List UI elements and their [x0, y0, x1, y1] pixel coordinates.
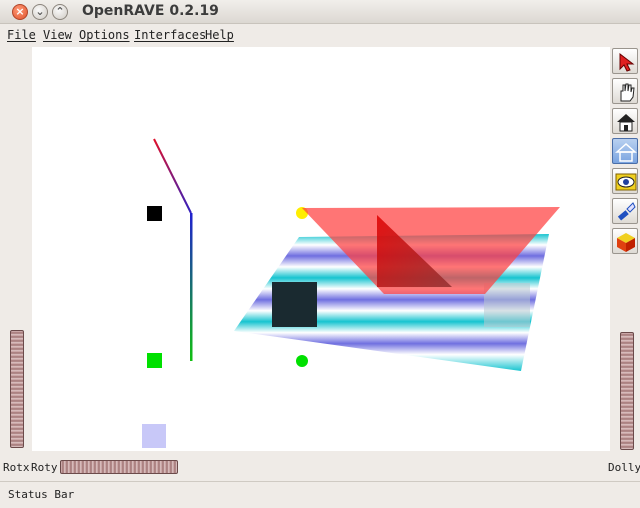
set-home-button[interactable] — [612, 138, 638, 164]
set-home-icon — [615, 142, 637, 162]
view-all-button[interactable] — [612, 168, 638, 194]
rotx-label: Rotx — [3, 461, 30, 474]
minimize-window-button[interactable]: ⌄ — [32, 4, 48, 20]
menu-help[interactable]: Help — [205, 28, 234, 42]
black-marker — [147, 206, 162, 221]
select-tool-button[interactable] — [612, 48, 638, 74]
home-icon — [617, 114, 635, 132]
select-arrow-icon — [619, 52, 635, 72]
roty-label: Roty — [31, 461, 58, 474]
close-window-button[interactable]: × — [12, 4, 28, 20]
dolly-label: Dolly — [608, 461, 640, 474]
menu-file[interactable]: File — [7, 28, 36, 42]
menu-options[interactable]: Options — [79, 28, 130, 42]
3d-viewport[interactable] — [32, 47, 610, 451]
status-text: Status Bar — [8, 488, 75, 501]
translucent-box — [484, 283, 530, 327]
menu-bar: File View Options Interfaces Help — [0, 24, 640, 46]
roty-thumbwheel[interactable] — [60, 460, 178, 474]
lavender-box — [142, 424, 166, 448]
menu-view[interactable]: View — [43, 28, 72, 42]
projection-cube-icon — [617, 233, 635, 252]
arm-lower-link — [190, 213, 193, 361]
seek-flashlight-icon — [617, 202, 636, 221]
green-dot-marker — [296, 355, 308, 367]
status-bar: Status Bar — [0, 481, 640, 508]
maximize-window-button[interactable]: ⌃ — [52, 4, 68, 20]
scene-canvas — [142, 138, 560, 448]
home-button[interactable] — [612, 108, 638, 134]
view-all-eye-icon — [615, 173, 637, 191]
menu-interfaces[interactable]: Interfaces — [134, 28, 206, 42]
dark-box — [272, 282, 317, 327]
pan-hand-icon — [620, 83, 635, 102]
dolly-thumbwheel[interactable] — [620, 332, 634, 450]
arm-upper-link — [153, 138, 192, 214]
window-title: OpenRAVE 0.2.19 — [82, 3, 219, 19]
rotx-vertical-thumbwheel[interactable] — [10, 330, 24, 448]
seek-button[interactable] — [612, 198, 638, 224]
green-square-marker — [147, 353, 162, 368]
projection-toggle-button[interactable] — [612, 228, 638, 254]
pan-tool-button[interactable] — [612, 78, 638, 104]
title-bar: × ⌄ ⌃ OpenRAVE 0.2.19 — [0, 0, 640, 24]
